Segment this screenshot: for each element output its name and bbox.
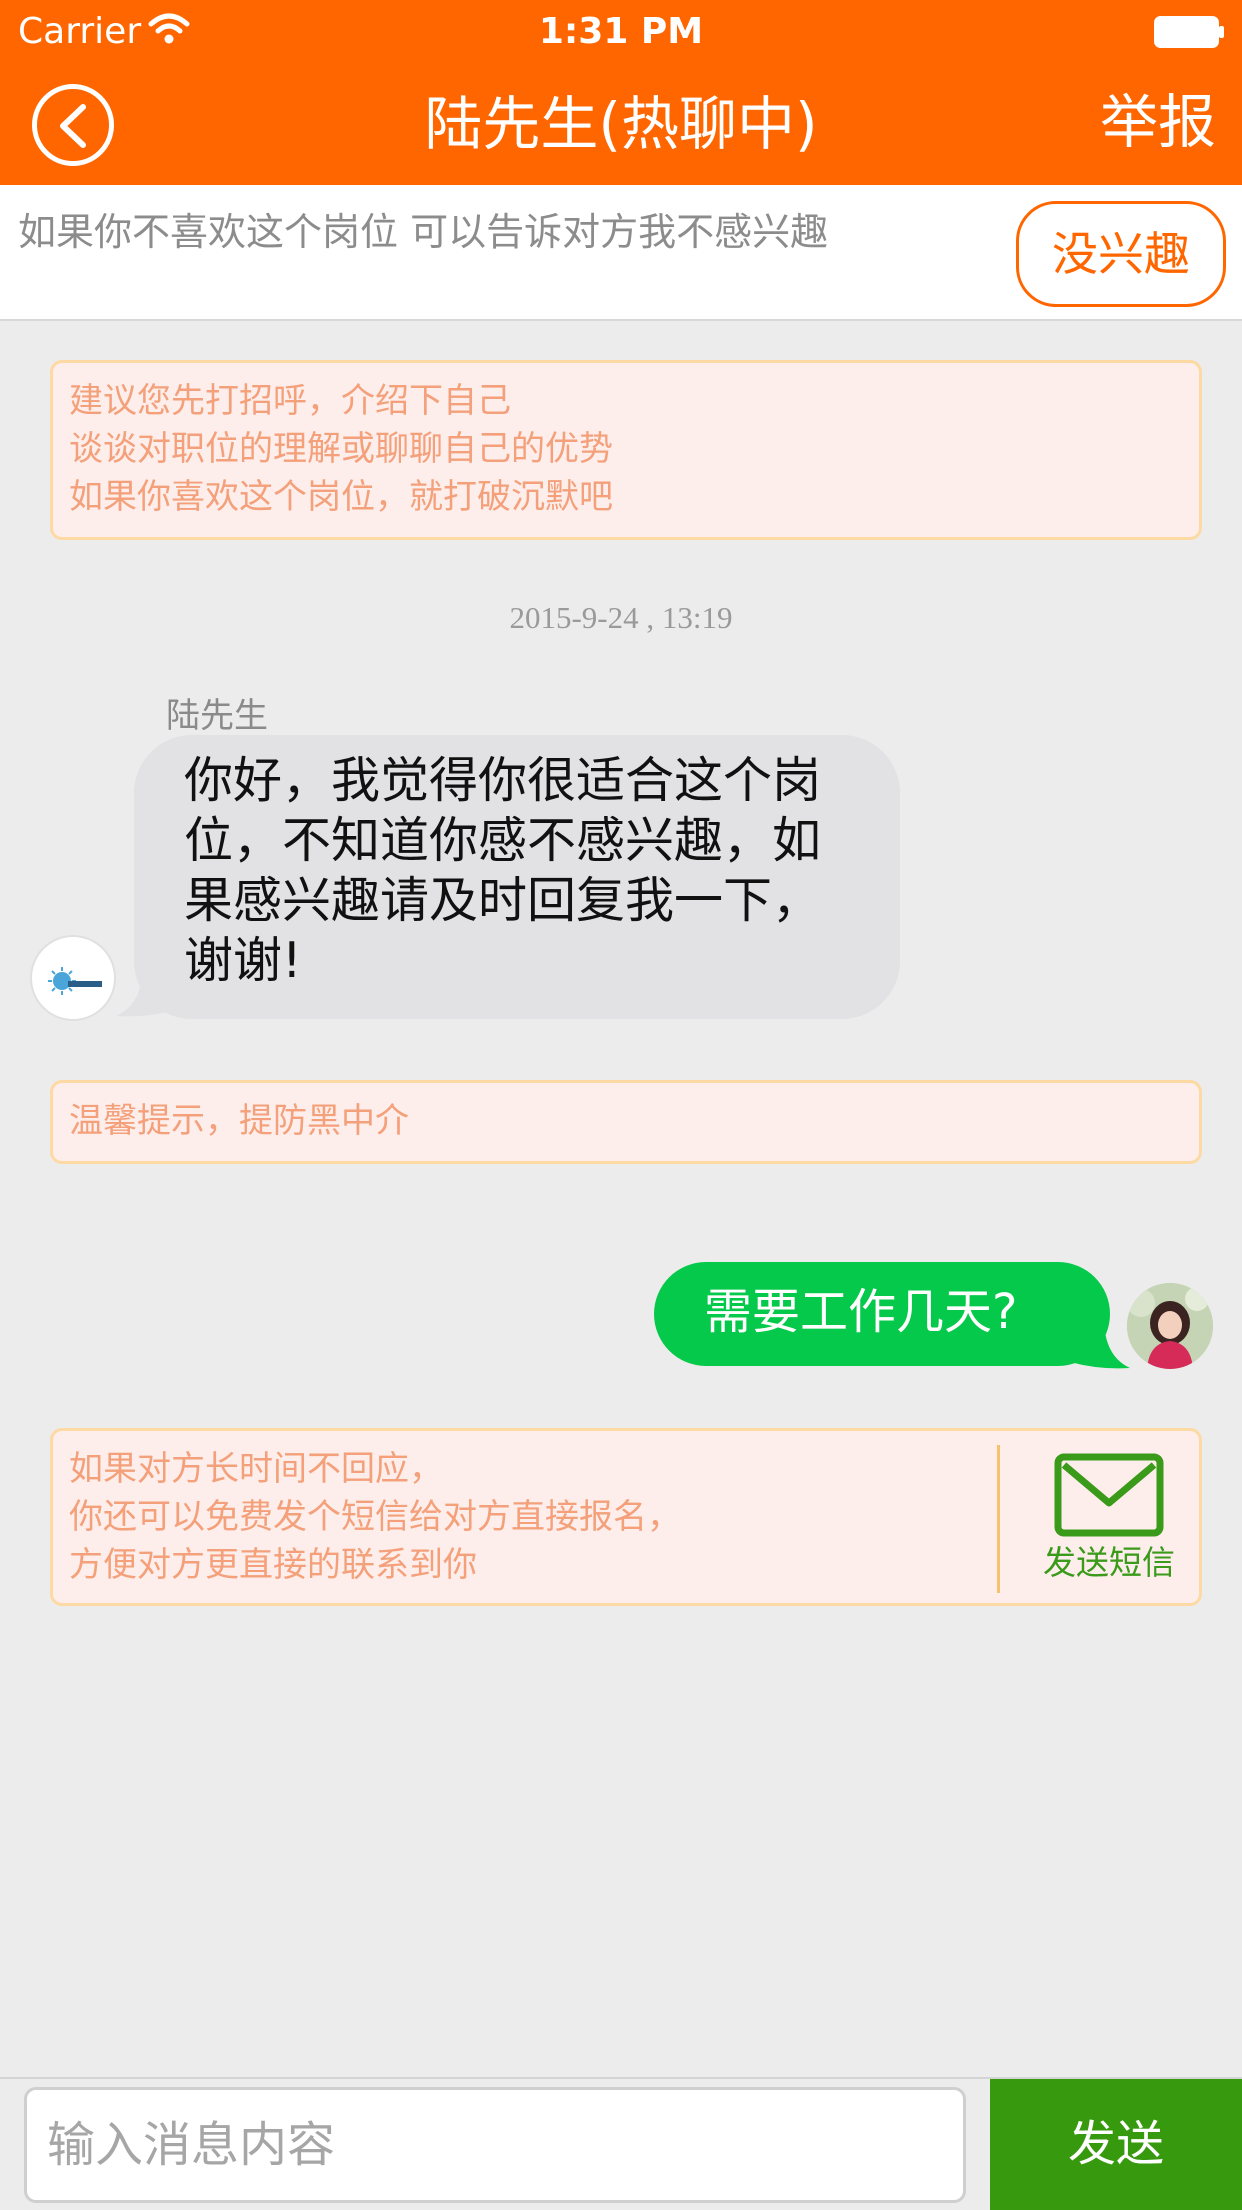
sender-name: 陆先生 <box>166 696 268 736</box>
user-photo-icon <box>1127 1283 1213 1369</box>
incoming-message-text: 你好，我觉得你很适合这个岗位，不知道你感不感兴趣，如果感兴趣请及时回复我一下，谢… <box>184 752 822 989</box>
warning-tip-box: 温馨提示，提防黑中介 <box>50 1080 1202 1164</box>
interest-hint: 如果你不喜欢这个岗位 可以告诉对方我不感兴趣 <box>18 210 829 254</box>
page-title: 陆先生(热聊中) <box>424 90 818 158</box>
tip-line: 方便对方更直接的联系到你 <box>69 1545 477 1585</box>
tip-line: 建议您先打招呼，介绍下自己 <box>69 381 511 421</box>
send-sms-button[interactable]: 发送短信 <box>1033 1453 1185 1603</box>
navigation-bar: Carrier 1:31 PM 陆先生(热聊中) 举报 <box>0 0 1242 185</box>
intro-tip-box: 建议您先打招呼，介绍下自己 谈谈对职位的理解或聊聊自己的优势 如果你喜欢这个岗位… <box>50 360 1202 540</box>
battery-icon <box>1154 16 1224 48</box>
company-logo-icon <box>48 967 102 995</box>
report-button[interactable]: 举报 <box>1100 86 1216 158</box>
envelope-icon <box>1054 1453 1164 1537</box>
send-sms-label: 发送短信 <box>1043 1543 1175 1582</box>
message-timestamp: 2015-9-24 , 13:19 <box>509 600 733 635</box>
interest-bar: 如果你不喜欢这个岗位 可以告诉对方我不感兴趣 没兴趣 <box>0 185 1242 321</box>
sender-avatar[interactable] <box>30 935 116 1021</box>
divider <box>997 1445 1000 1593</box>
sms-tip-box: 如果对方长时间不回应， 你还可以免费发个短信给对方直接报名， 方便对方更直接的联… <box>50 1428 1202 1606</box>
tip-line: 你还可以免费发个短信给对方直接报名， <box>69 1497 681 1537</box>
send-button[interactable]: 发送 <box>990 2079 1242 2210</box>
user-avatar[interactable] <box>1127 1283 1213 1369</box>
incoming-message-bubble[interactable]: 你好，我觉得你很适合这个岗位，不知道你感不感兴趣，如果感兴趣请及时回复我一下，谢… <box>134 735 900 1019</box>
composer-bar: 发送 <box>0 2077 1242 2210</box>
tip-line: 谈谈对职位的理解或聊聊自己的优势 <box>69 429 613 469</box>
tip-line: 如果对方长时间不回应， <box>69 1449 443 1489</box>
status-time: 1:31 PM <box>538 11 704 52</box>
outgoing-message-bubble[interactable]: 需要工作几天? <box>654 1262 1110 1366</box>
not-interested-button[interactable]: 没兴趣 <box>1016 201 1226 307</box>
outgoing-message-text: 需要工作几天? <box>704 1284 1018 1340</box>
tip-line: 如果你喜欢这个岗位，就打破沉默吧 <box>69 477 613 517</box>
tip-line: 温馨提示，提防黑中介 <box>69 1101 409 1141</box>
message-input[interactable] <box>24 2087 966 2203</box>
